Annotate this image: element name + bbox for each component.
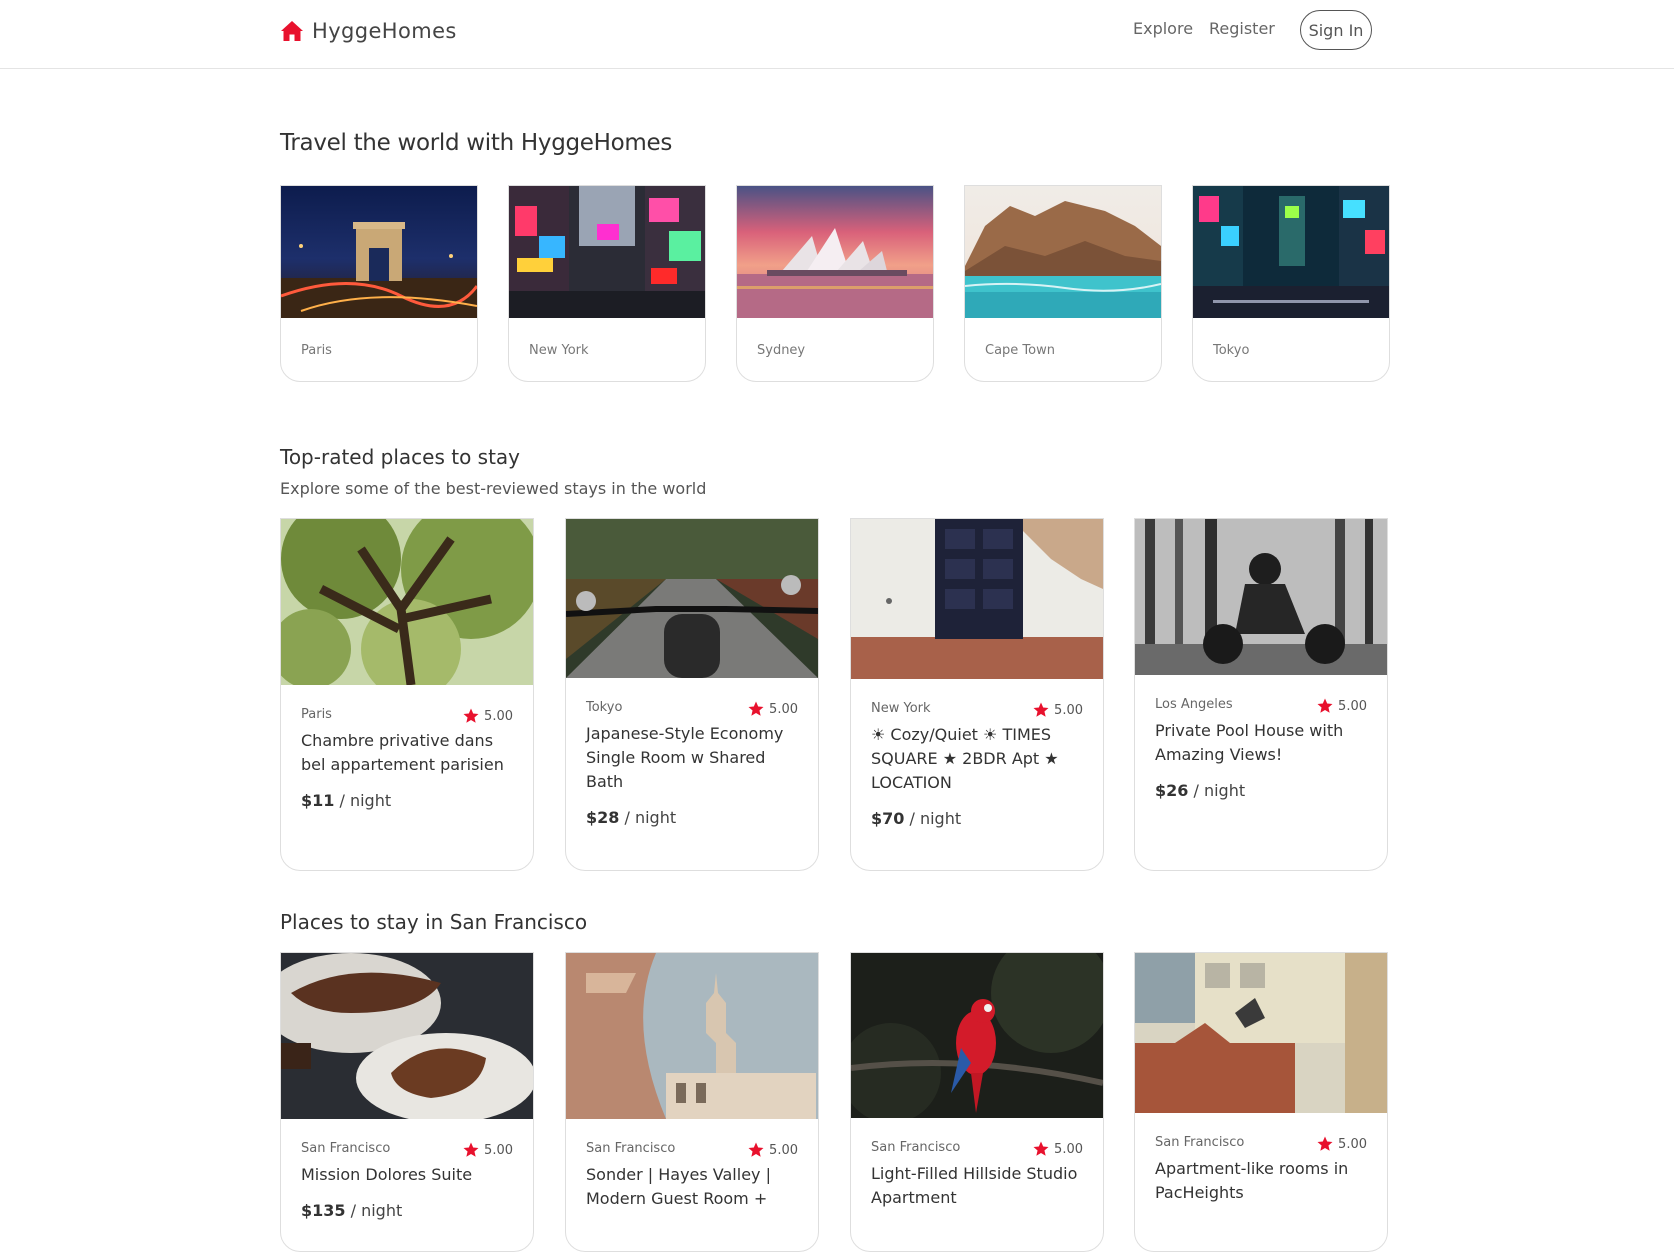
- star-icon: [1033, 702, 1049, 717]
- listing-rating: 5.00: [462, 707, 513, 725]
- listing-photo-trees: [281, 519, 533, 685]
- listing-card[interactable]: Tokyo 5.00 Japanese-Style Economy Single…: [565, 518, 819, 871]
- home-icon: [281, 21, 303, 41]
- sign-in-button[interactable]: Sign In: [1300, 10, 1372, 50]
- price-unit: / night: [619, 808, 677, 827]
- listing-rating: 5.00: [462, 1141, 513, 1159]
- listing-title: Sonder | Hayes Valley | Modern Guest Roo…: [586, 1165, 771, 1208]
- price-unit: / night: [345, 1201, 403, 1220]
- new-york-photo: [509, 186, 705, 318]
- sydney-photo: [737, 186, 933, 318]
- listing-price: $70 / night: [871, 809, 961, 828]
- listing-photo-motorcycle-road: [566, 519, 818, 678]
- listing-photo-rider-forest: [1135, 519, 1387, 675]
- rating-value: 5.00: [1054, 1141, 1083, 1157]
- listing-location: New York: [871, 701, 931, 716]
- listing-card[interactable]: San Francisco 5.00 Mission Dolores Suite…: [280, 952, 534, 1252]
- city-name: Cape Town: [985, 343, 1055, 358]
- rating-value: 5.00: [1338, 698, 1367, 714]
- listing-location: Tokyo: [586, 700, 623, 715]
- listing-rating: 5.00: [1316, 697, 1367, 715]
- listing-card[interactable]: New York 5.00 ☀ Cozy/Quiet ☀ TIMES SQUAR…: [850, 518, 1104, 871]
- listing-price: $11 / night: [301, 791, 391, 810]
- listing-photo-blue-door: [851, 519, 1103, 679]
- price-unit: / night: [1188, 781, 1246, 800]
- listing-rating: 5.00: [1316, 1135, 1367, 1153]
- rating-value: 5.00: [1054, 702, 1083, 718]
- city-name: New York: [529, 343, 589, 358]
- listing-title: Japanese-Style Economy Single Room w Sha…: [586, 724, 784, 791]
- listing-photo-brick-building: [1135, 953, 1387, 1113]
- price-amount: $26: [1155, 781, 1189, 800]
- price-amount: $135: [301, 1201, 346, 1220]
- city-card-tokyo[interactable]: Tokyo: [1192, 185, 1390, 382]
- listing-location: Los Angeles: [1155, 697, 1233, 712]
- listing-location: Paris: [301, 707, 332, 722]
- rating-value: 5.00: [769, 1142, 798, 1158]
- star-icon: [463, 1142, 479, 1157]
- listing-rating: 5.00: [747, 700, 798, 718]
- listing-card[interactable]: San Francisco 5.00 Sonder | Hayes Valley…: [565, 952, 819, 1252]
- listing-photo-building-tower: [566, 953, 818, 1119]
- city-card-sydney[interactable]: Sydney: [736, 185, 934, 382]
- city-card-cape-town[interactable]: Cape Town: [964, 185, 1162, 382]
- listing-card[interactable]: Los Angeles 5.00 Private Pool House with…: [1134, 518, 1388, 871]
- rating-value: 5.00: [484, 1142, 513, 1158]
- listing-title: Private Pool House with Amazing Views!: [1155, 721, 1344, 764]
- tokyo-photo: [1193, 186, 1389, 318]
- star-icon: [1317, 698, 1333, 713]
- travel-heading: Travel the world with HyggeHomes: [280, 130, 673, 156]
- city-name: Paris: [301, 343, 332, 358]
- rating-value: 5.00: [769, 701, 798, 717]
- listing-location: San Francisco: [1155, 1135, 1245, 1150]
- listing-title: Apartment-like rooms in PacHeights: [1155, 1159, 1349, 1202]
- city-card-new-york[interactable]: New York: [508, 185, 706, 382]
- listing-price: $28 / night: [586, 808, 676, 827]
- city-card-paris[interactable]: Paris: [280, 185, 478, 382]
- price-amount: $28: [586, 808, 620, 827]
- cape-town-photo: [965, 186, 1161, 318]
- listing-photo-parrot: [851, 953, 1103, 1118]
- paris-photo: [281, 186, 477, 318]
- rating-value: 5.00: [484, 708, 513, 724]
- price-amount: $11: [301, 791, 335, 810]
- listing-rating: 5.00: [1032, 701, 1083, 719]
- top-rated-subheading: Explore some of the best-reviewed stays …: [280, 479, 707, 498]
- listing-price: $26 / night: [1155, 781, 1245, 800]
- price-amount: $70: [871, 809, 905, 828]
- rating-value: 5.00: [1338, 1136, 1367, 1152]
- top-rated-heading: Top-rated places to stay: [280, 445, 521, 469]
- listing-card[interactable]: San Francisco 5.00 Light-Filled Hillside…: [850, 952, 1104, 1252]
- listing-title: Chambre privative dans bel appartement p…: [301, 731, 504, 774]
- listing-rating: 5.00: [1032, 1140, 1083, 1158]
- listing-card[interactable]: Paris 5.00 Chambre privative dans bel ap…: [280, 518, 534, 871]
- star-icon: [1033, 1141, 1049, 1156]
- listing-title: Light-Filled Hillside Studio Apartment: [871, 1164, 1078, 1207]
- city-name: Tokyo: [1213, 343, 1250, 358]
- star-icon: [1317, 1136, 1333, 1151]
- listing-location: San Francisco: [301, 1141, 391, 1156]
- listing-price: $135 / night: [301, 1201, 402, 1220]
- top-navbar: HyggeHomes Explore Register Sign In: [0, 0, 1674, 69]
- listing-title: ☀ Cozy/Quiet ☀ TIMES SQUARE ★ 2BDR Apt ★…: [871, 725, 1059, 792]
- san-francisco-heading: Places to stay in San Francisco: [280, 910, 588, 934]
- brand-logo-link[interactable]: HyggeHomes: [280, 18, 457, 44]
- brand-name: HyggeHomes: [312, 19, 457, 43]
- price-unit: / night: [904, 809, 962, 828]
- listing-card[interactable]: San Francisco 5.00 Apartment-like rooms …: [1134, 952, 1388, 1252]
- star-icon: [748, 1142, 764, 1157]
- listing-rating: 5.00: [747, 1141, 798, 1159]
- price-unit: / night: [334, 791, 392, 810]
- listing-photo-pastry: [281, 953, 533, 1119]
- listing-location: San Francisco: [871, 1140, 961, 1155]
- city-name: Sydney: [757, 343, 806, 358]
- nav-explore-link[interactable]: Explore: [1133, 19, 1193, 38]
- star-icon: [748, 701, 764, 716]
- listing-location: San Francisco: [586, 1141, 676, 1156]
- listing-title: Mission Dolores Suite: [301, 1165, 473, 1184]
- nav-register-link[interactable]: Register: [1209, 19, 1275, 38]
- star-icon: [463, 708, 479, 723]
